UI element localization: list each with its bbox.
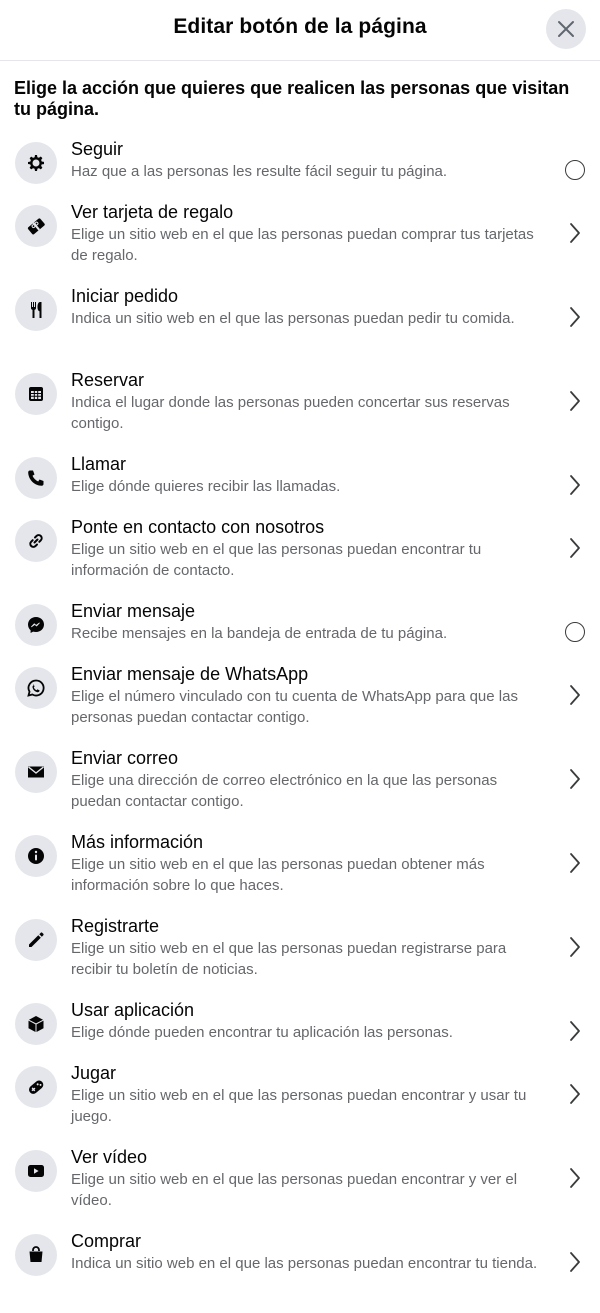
action-title: Reservar xyxy=(71,370,145,390)
chevron-right-icon xyxy=(570,307,580,327)
info-icon xyxy=(15,835,57,877)
shopping-bag-icon xyxy=(15,1234,57,1276)
action-title: Ponte en contacto con nosotros xyxy=(71,517,325,537)
chevron-right-icon xyxy=(570,223,580,243)
chevron-button[interactable] xyxy=(564,222,586,244)
chevron-button[interactable] xyxy=(564,1251,586,1273)
action-description: Recibe mensajes en la bandeja de entrada… xyxy=(71,625,448,642)
pencil-icon xyxy=(15,919,57,961)
action-item[interactable]: Ponte en contacto con nosotros Elige un s… xyxy=(0,515,600,599)
action-title: Llamar xyxy=(71,454,127,474)
action-description: Elige un sitio web en el que las persona… xyxy=(71,1171,518,1209)
action-description: Elige un sitio web en el que las persona… xyxy=(71,1087,527,1125)
play-icon xyxy=(15,1150,57,1192)
action-title: Iniciar pedido xyxy=(71,286,179,306)
chevron-right-icon xyxy=(570,1021,580,1041)
chevron-right-icon xyxy=(570,391,580,411)
chevron-button[interactable] xyxy=(564,768,586,790)
chevron-right-icon xyxy=(570,1252,580,1272)
chevron-right-icon xyxy=(570,853,580,873)
chevron-right-icon xyxy=(570,769,580,789)
chevron-button[interactable] xyxy=(564,306,586,328)
action-description: Elige un sitio web en el que las persona… xyxy=(71,940,507,978)
chevron-right-icon xyxy=(570,538,580,558)
action-item[interactable]: Iniciar pedido Indica un sitio web en el … xyxy=(0,284,600,368)
action-item[interactable]: Jugar Elige un sitio web en el que las pe… xyxy=(0,1061,600,1145)
chevron-button[interactable] xyxy=(564,390,586,412)
action-item[interactable]: Seguir Haz que a las personas les resulte… xyxy=(0,137,600,200)
chevron-button[interactable] xyxy=(564,852,586,874)
calendar-icon xyxy=(15,373,57,415)
action-item[interactable]: Enviar mensaje Recibe mensajes en la band… xyxy=(0,599,600,662)
messenger-icon xyxy=(15,604,57,646)
action-title: Enviar correo xyxy=(71,748,179,768)
chevron-right-icon xyxy=(570,685,580,705)
radio-button[interactable] xyxy=(564,159,586,181)
gear-icon xyxy=(15,142,57,184)
intro-text: Elige la acción que quieres que realicen… xyxy=(14,78,570,119)
action-item[interactable]: Llamar Elige dónde quieres recibir las ll… xyxy=(0,452,600,515)
action-description: Elige el número vinculado con tu cuenta … xyxy=(71,688,518,726)
action-description: Elige un sitio web en el que las persona… xyxy=(71,226,534,264)
action-description: Indica un sitio web en el que las person… xyxy=(71,310,515,327)
action-item[interactable]: Usar aplicación Elige dónde pueden encont… xyxy=(0,998,600,1061)
action-item[interactable]: Ver vídeo Elige un sitio web en el que la… xyxy=(0,1145,600,1229)
chevron-button[interactable] xyxy=(564,1020,586,1042)
action-description: Elige dónde quieres recibir las llamadas… xyxy=(71,478,341,495)
action-title: Registrarte xyxy=(71,916,160,936)
action-description: Elige una dirección de correo electrónic… xyxy=(71,772,498,810)
action-title: Más información xyxy=(71,832,204,852)
action-title: Seguir xyxy=(71,139,124,159)
chevron-right-icon xyxy=(570,1168,580,1188)
action-description: Elige dónde pueden encontrar tu aplicaci… xyxy=(71,1024,453,1041)
action-description: Indica un sitio web en el que las person… xyxy=(71,1255,538,1272)
action-title: Jugar xyxy=(71,1063,117,1083)
action-description: Elige un sitio web en el que las persona… xyxy=(71,856,485,894)
chevron-button[interactable] xyxy=(564,474,586,496)
dialog-header: Editar botón de la página xyxy=(0,0,600,61)
action-item[interactable]: Enviar correo Elige una dirección de corr… xyxy=(0,746,600,830)
action-title: Enviar mensaje xyxy=(71,601,196,621)
radio-button[interactable] xyxy=(564,621,586,643)
action-item[interactable]: Enviar mensaje de WhatsApp Elige el númer… xyxy=(0,662,600,746)
whatsapp-icon xyxy=(15,667,57,709)
action-title: Ver tarjeta de regalo xyxy=(71,202,234,222)
chevron-button[interactable] xyxy=(564,936,586,958)
action-item[interactable]: Registrarte Elige un sitio web en el que … xyxy=(0,914,600,998)
chevron-right-icon xyxy=(570,1084,580,1104)
fork-knife-icon xyxy=(15,289,57,331)
link-icon xyxy=(15,520,57,562)
chevron-button[interactable] xyxy=(564,1083,586,1105)
action-title: Ver vídeo xyxy=(71,1147,148,1167)
close-icon xyxy=(558,21,574,37)
cube-icon xyxy=(15,1003,57,1045)
radio-circle-icon xyxy=(565,622,585,642)
action-title: Enviar mensaje de WhatsApp xyxy=(71,664,309,684)
chevron-button[interactable] xyxy=(564,1167,586,1189)
gamepad-icon xyxy=(15,1066,57,1108)
chevron-right-icon xyxy=(570,937,580,957)
action-item[interactable]: Reservar Indica el lugar donde las person… xyxy=(0,368,600,452)
gift-card-icon xyxy=(15,205,57,247)
phone-icon xyxy=(15,457,57,499)
action-item[interactable]: Más información Elige un sitio web en el … xyxy=(0,830,600,914)
dialog-title: Editar botón de la página xyxy=(173,15,427,38)
action-item[interactable]: Ver tarjeta de regalo Elige un sitio web … xyxy=(0,200,600,284)
action-title: Comprar xyxy=(71,1231,142,1251)
radio-circle-icon xyxy=(565,160,585,180)
action-description: Elige un sitio web en el que las persona… xyxy=(71,541,482,579)
action-description: Indica el lugar donde las personas puede… xyxy=(71,394,510,432)
close-button[interactable] xyxy=(546,9,586,49)
chevron-right-icon xyxy=(570,475,580,495)
chevron-button[interactable] xyxy=(564,684,586,706)
action-description: Haz que a las personas les resulte fácil… xyxy=(71,163,448,180)
action-title: Usar aplicación xyxy=(71,1000,195,1020)
envelope-icon xyxy=(15,751,57,793)
chevron-button[interactable] xyxy=(564,537,586,559)
action-item[interactable]: Comprar Indica un sitio web en el que las… xyxy=(0,1229,600,1313)
